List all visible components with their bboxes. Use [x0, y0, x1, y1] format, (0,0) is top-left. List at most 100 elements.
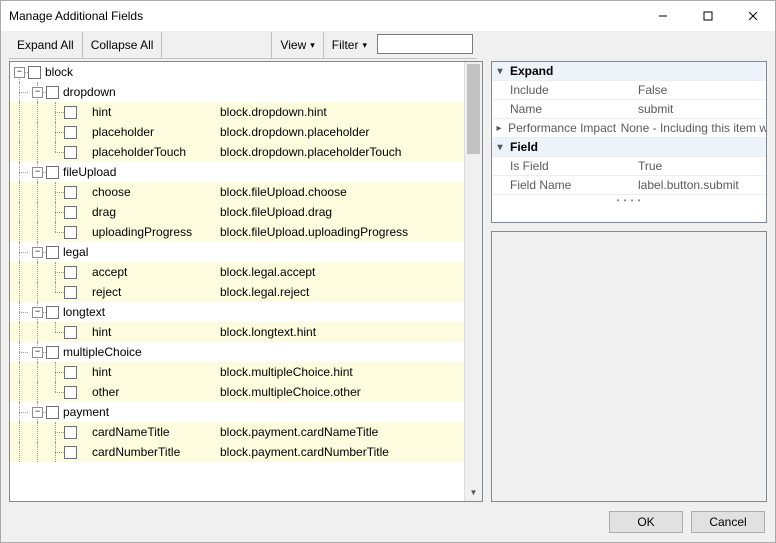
checkbox[interactable] [46, 406, 59, 419]
prop-performance[interactable]: ▸ Performance Impact None - Including th… [492, 119, 766, 138]
checkbox[interactable] [64, 286, 77, 299]
fields-tree[interactable]: −block−dropdownhintblock.dropdown.hintpl… [10, 62, 465, 501]
window-title: Manage Additional Fields [9, 9, 640, 23]
tree-leaf[interactable]: otherblock.multipleChoice.other [10, 382, 465, 402]
node-label: accept [92, 265, 127, 279]
checkbox[interactable] [64, 126, 77, 139]
checkbox[interactable] [64, 326, 77, 339]
checkbox[interactable] [64, 206, 77, 219]
prop-include-key: Include [508, 83, 638, 97]
tree-group[interactable]: − longtext [10, 302, 465, 322]
checkbox[interactable] [64, 386, 77, 399]
prop-fieldname[interactable]: Field Name label.button.submit [492, 176, 766, 195]
checkbox[interactable] [28, 66, 41, 79]
tree-leaf[interactable]: dragblock.fileUpload.drag [10, 202, 465, 222]
tree-leaf[interactable]: hintblock.longtext.hint [10, 322, 465, 342]
prop-performance-val: None - Including this item will h [621, 121, 766, 135]
minimize-button[interactable] [640, 1, 685, 31]
node-path: block.fileUpload.choose [220, 185, 347, 199]
tree-leaf[interactable]: chooseblock.fileUpload.choose [10, 182, 465, 202]
expand-toggle-icon[interactable]: − [14, 67, 25, 78]
tree-leaf[interactable]: cardNumberTitleblock.payment.cardNumberT… [10, 442, 465, 462]
prop-include[interactable]: Include False [492, 81, 766, 100]
checkbox[interactable] [64, 446, 77, 459]
tree-leaf[interactable]: uploadingProgressblock.fileUpload.upload… [10, 222, 465, 242]
tree-scrollbar[interactable]: ▲ ▼ [464, 62, 482, 501]
checkbox[interactable] [64, 266, 77, 279]
close-button[interactable] [730, 1, 775, 31]
tree-leaf[interactable]: hintblock.dropdown.hint [10, 102, 465, 122]
expand-toggle-icon[interactable]: − [32, 167, 43, 178]
chevron-down-icon[interactable]: ▾ [492, 142, 508, 153]
checkbox[interactable] [46, 246, 59, 259]
filter-input[interactable] [377, 34, 473, 54]
checkbox[interactable] [64, 186, 77, 199]
checkbox[interactable] [64, 366, 77, 379]
tree-root[interactable]: − block [10, 62, 465, 82]
tree-leaf[interactable]: placeholderTouchblock.dropdown.placehold… [10, 142, 465, 162]
chevron-right-icon[interactable]: ▸ [492, 123, 506, 134]
expand-toggle-icon[interactable]: − [32, 87, 43, 98]
prop-fieldname-key: Field Name [508, 178, 638, 192]
node-label: dropdown [63, 85, 116, 99]
cancel-button[interactable]: Cancel [691, 511, 765, 533]
tree-group[interactable]: −multipleChoice [10, 342, 465, 362]
node-label: fileUpload [63, 165, 116, 179]
node-label: block [45, 65, 73, 79]
dialog-footer: OK Cancel [1, 502, 775, 542]
tree-leaf[interactable]: acceptblock.legal.accept [10, 262, 465, 282]
expand-toggle-icon[interactable]: − [32, 247, 43, 258]
tree-group[interactable]: − fileUpload [10, 162, 465, 182]
expand-toggle-icon[interactable]: − [32, 307, 43, 318]
prop-performance-key: Performance Impact [506, 121, 621, 135]
property-grid[interactable]: ▾ Expand Include False Name submit ▸ Per… [491, 61, 767, 223]
checkbox[interactable] [46, 306, 59, 319]
node-label: longtext [63, 305, 105, 319]
tree-leaf[interactable]: rejectblock.legal.reject [10, 282, 465, 302]
expand-all-button[interactable]: Expand All [9, 32, 83, 58]
expand-toggle-icon[interactable]: − [32, 347, 43, 358]
filter-dropdown[interactable]: Filter▾ [323, 32, 375, 58]
view-dropdown[interactable]: View▾ [271, 32, 322, 58]
node-path: block.payment.cardNameTitle [220, 425, 378, 439]
chevron-down-icon[interactable]: ▾ [492, 66, 508, 77]
prop-name-key: Name [508, 102, 638, 116]
node-path: block.payment.cardNumberTitle [220, 445, 389, 459]
scroll-thumb[interactable] [467, 64, 480, 154]
prop-include-val: False [638, 83, 766, 97]
prop-name-val: submit [638, 102, 766, 116]
scroll-down-icon[interactable]: ▼ [465, 484, 482, 501]
tree-group[interactable]: − dropdown [10, 82, 465, 102]
expand-toggle-icon[interactable]: − [32, 407, 43, 418]
checkbox[interactable] [46, 166, 59, 179]
checkbox[interactable] [46, 86, 59, 99]
chevron-down-icon: ▾ [310, 40, 315, 51]
tree-leaf[interactable]: cardNameTitleblock.payment.cardNameTitle [10, 422, 465, 442]
tree-group[interactable]: −payment [10, 402, 465, 422]
maximize-button[interactable] [685, 1, 730, 31]
ok-button[interactable]: OK [609, 511, 683, 533]
tree-leaf[interactable]: placeholderblock.dropdown.placeholder [10, 122, 465, 142]
titlebar: Manage Additional Fields [1, 1, 775, 32]
tree-group[interactable]: −legal [10, 242, 465, 262]
right-column: ▾ Expand Include False Name submit ▸ Per… [491, 61, 767, 502]
node-label: hint [92, 365, 111, 379]
node-path: block.multipleChoice.other [220, 385, 361, 399]
checkbox[interactable] [46, 346, 59, 359]
node-label: hint [92, 105, 111, 119]
checkbox[interactable] [64, 146, 77, 159]
splitter-icon[interactable]: • • • • [492, 195, 766, 206]
checkbox[interactable] [64, 106, 77, 119]
checkbox[interactable] [64, 426, 77, 439]
collapse-all-button[interactable]: Collapse All [83, 32, 163, 58]
preview-panel [491, 231, 767, 502]
tree-leaf[interactable]: hintblock.multipleChoice.hint [10, 362, 465, 382]
tree-panel: −block−dropdownhintblock.dropdown.hintpl… [9, 61, 483, 502]
prop-isfield[interactable]: Is Field True [492, 157, 766, 176]
checkbox[interactable] [64, 226, 77, 239]
prop-name[interactable]: Name submit [492, 100, 766, 119]
node-path: block.legal.reject [220, 285, 309, 299]
propgroup-expand-label: Expand [508, 64, 638, 78]
propgroup-expand[interactable]: ▾ Expand [492, 62, 766, 81]
propgroup-field[interactable]: ▾ Field [492, 138, 766, 157]
